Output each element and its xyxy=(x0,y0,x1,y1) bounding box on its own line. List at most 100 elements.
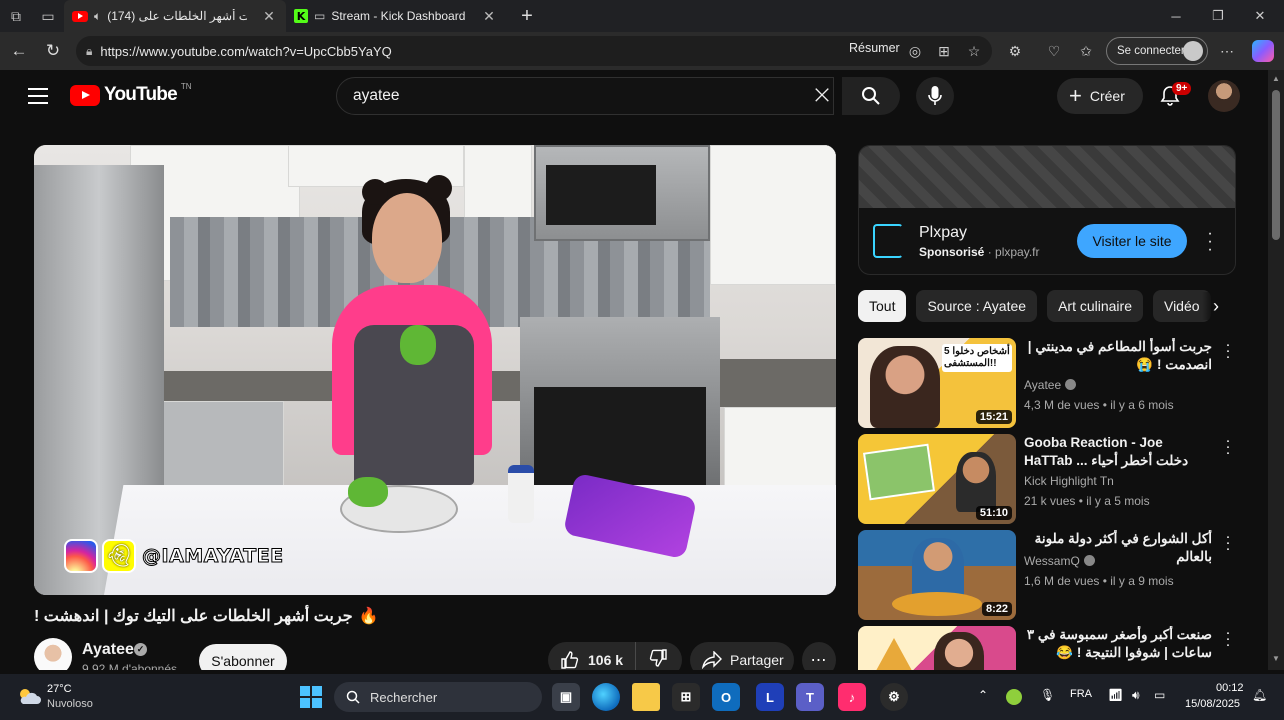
close-window-button[interactable]: ✕ xyxy=(1240,0,1280,32)
refresh-button[interactable]: ↻ xyxy=(36,34,70,68)
teams-icon[interactable]: T xyxy=(796,683,824,711)
extensions-icon[interactable]: ⚙ xyxy=(1003,39,1027,63)
sponsored-ad-card[interactable]: Plxpay Sponsorisé · plxpay.fr Visiter le… xyxy=(858,145,1236,275)
close-tab-icon[interactable]: ✕ xyxy=(480,8,498,25)
user-avatar[interactable] xyxy=(1208,80,1240,112)
video-player[interactable]: 👻︎ @IAMAYATEE xyxy=(34,145,836,595)
scrollbar-thumb[interactable] xyxy=(1272,90,1280,240)
video-thumbnail[interactable]: 8:22 xyxy=(858,530,1016,620)
favorites-icon[interactable]: ✩ xyxy=(1074,39,1098,63)
video-title: جربت أشهر الخلطات على التيك توك | اندهشت… xyxy=(34,608,379,625)
clock-date[interactable]: 15/08/2025 xyxy=(1185,698,1240,710)
like-button[interactable]: 106 k xyxy=(548,642,637,670)
copilot-icon[interactable] xyxy=(1252,40,1274,62)
workspaces-icon[interactable]: ⧉ xyxy=(0,0,32,32)
social-handle: @IAMAYATEE xyxy=(142,545,284,568)
back-button[interactable]: ← xyxy=(2,34,36,68)
l-app-icon[interactable]: L xyxy=(756,683,784,711)
microsoft-store-icon[interactable]: ⊞ xyxy=(672,683,700,711)
browser-essentials-icon[interactable]: ♡ xyxy=(1042,39,1066,63)
favorite-star-icon[interactable]: ☆ xyxy=(962,39,986,63)
recommendation-item[interactable]: صنعت أكبر وأصغر سمبوسة في ٣ ساعات | شوفو… xyxy=(858,625,1236,670)
volume-icon[interactable]: 🔊︎ xyxy=(1132,688,1140,703)
create-button[interactable]: + Créer xyxy=(1057,78,1143,114)
close-tab-icon[interactable]: ✕ xyxy=(260,8,278,25)
subscribe-button[interactable]: S'abonner xyxy=(199,644,287,670)
microphone-icon[interactable]: 🎙︎ xyxy=(1040,688,1055,702)
kebab-menu-icon[interactable]: · · · xyxy=(1205,226,1215,258)
kebab-menu-icon[interactable]: · · · xyxy=(1224,433,1232,460)
new-tab-button[interactable]: + xyxy=(512,1,542,31)
tab-actions-icon[interactable]: ▭ xyxy=(32,0,64,32)
weather-cloud-icon[interactable] xyxy=(16,686,42,706)
address-bar: ← ↻ 🔒︎ https://www.youtube.com/watch?v=U… xyxy=(0,32,1284,70)
ad-banner xyxy=(859,146,1235,208)
edge-browser-icon[interactable] xyxy=(592,683,620,711)
search-button[interactable] xyxy=(842,77,900,115)
tab-kick[interactable]: K ▭ Stream - Kick Dashboard ✕ xyxy=(286,0,506,32)
kebab-menu-icon[interactable]: · · · xyxy=(1224,529,1232,556)
recommendation-item[interactable]: 5 أشخاص دخلوا المستشفى!! 15:21 جربت أسوأ… xyxy=(858,337,1236,428)
input-language[interactable]: FRA xyxy=(1070,688,1092,700)
restore-button[interactable]: ❐ xyxy=(1198,0,1238,32)
taskbar-search[interactable]: Rechercher xyxy=(334,682,542,712)
resume-button[interactable]: Résumer xyxy=(849,41,900,55)
face xyxy=(372,193,442,283)
chevron-right-icon[interactable]: › xyxy=(1202,292,1230,320)
chatgpt-icon[interactable]: ⚙ xyxy=(880,683,908,711)
tiktok-icon[interactable]: ♪ xyxy=(838,683,866,711)
scroll-up-icon[interactable]: ▲ xyxy=(1272,74,1280,83)
voice-search-button[interactable] xyxy=(916,77,954,115)
plus-icon: + xyxy=(1069,83,1082,108)
more-menu-icon[interactable]: ⋯ xyxy=(1215,39,1239,63)
stove xyxy=(520,317,720,497)
video-thumbnail[interactable]: 51:10 xyxy=(858,434,1016,524)
kebab-menu-icon[interactable]: · · · xyxy=(1224,625,1232,652)
battery-icon[interactable]: ▭ xyxy=(1154,688,1165,702)
hamburger-menu-icon[interactable] xyxy=(26,86,50,106)
tray-app-icon[interactable] xyxy=(1006,689,1022,705)
minimize-button[interactable]: ─ xyxy=(1156,0,1196,32)
page-scrollbar[interactable]: ▲ ▼ xyxy=(1268,70,1284,670)
dislike-button[interactable] xyxy=(636,648,668,671)
show-hidden-icons[interactable]: ⌃ xyxy=(978,688,988,702)
youtube-page: YouTube TN ayatee × + Créer 9+ 👻︎ @IAMAY… xyxy=(4,70,1268,670)
clock-time[interactable]: 00:12 xyxy=(1216,682,1244,694)
video-thumbnail[interactable] xyxy=(858,626,1016,670)
apps-icon[interactable]: ⊞ xyxy=(932,39,956,63)
scroll-down-icon[interactable]: ▼ xyxy=(1272,654,1280,663)
snapchat-icon: 👻︎ xyxy=(102,539,136,573)
outlook-icon[interactable]: O xyxy=(712,683,740,711)
search-icon xyxy=(346,690,360,704)
tab-youtube[interactable]: 🔈︎ (174) جربت أشهر الخلطات على ✕ xyxy=(64,0,286,32)
wifi-icon[interactable]: 📶︎ xyxy=(1108,688,1123,702)
chip-culinary[interactable]: Art culinaire xyxy=(1047,290,1143,322)
lock-icon[interactable]: 🔒︎ xyxy=(86,44,92,59)
recommendation-item[interactable]: 51:10 Gooba Reaction - Joe HaTTab ... دخ… xyxy=(858,433,1236,524)
recommendation-title: جربت أسوأ المطاعم في مدينتي | انصدمت ! 😭 xyxy=(1027,339,1212,372)
reader-icon[interactable]: ◎ xyxy=(903,39,927,63)
clear-search-icon[interactable]: × xyxy=(808,82,836,110)
more-actions-button[interactable]: ⋯ xyxy=(802,642,836,670)
notifications-icon[interactable]: 🔔︎ xyxy=(1252,688,1267,702)
kitchen-counter xyxy=(710,359,836,407)
search-input[interactable]: ayatee xyxy=(336,77,834,115)
search-icon xyxy=(862,87,880,105)
chip-all[interactable]: Tout xyxy=(858,290,907,322)
channel-name[interactable]: Ayatee xyxy=(82,641,134,659)
recommendation-item[interactable]: 8:22 أكل الشوارع في أكثر دولة ملونة بالع… xyxy=(858,529,1236,620)
recommendation-channel: WessamQ xyxy=(1024,554,1095,568)
speaker-icon[interactable]: 🔈︎ xyxy=(94,9,101,24)
task-view-icon[interactable]: ▣ xyxy=(552,683,580,711)
windows-start-icon[interactable] xyxy=(300,686,322,708)
share-button[interactable]: Partager xyxy=(690,642,794,670)
kebab-menu-icon[interactable]: · · · xyxy=(1224,337,1232,364)
visit-site-button[interactable]: Visiter le site xyxy=(1077,224,1187,258)
chip-source-ayatee[interactable]: Source : Ayatee xyxy=(916,290,1038,322)
youtube-logo[interactable]: YouTube TN xyxy=(70,82,192,106)
video-duration: 51:10 xyxy=(975,506,1012,520)
video-thumbnail[interactable]: 5 أشخاص دخلوا المستشفى!! 15:21 xyxy=(858,338,1016,428)
file-explorer-icon[interactable] xyxy=(632,683,660,711)
channel-avatar[interactable] xyxy=(34,638,72,670)
signin-button[interactable]: Se connecter xyxy=(1106,37,1208,65)
